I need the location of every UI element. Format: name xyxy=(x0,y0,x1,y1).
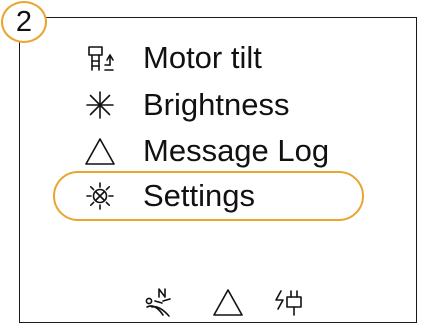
menu-item-brightness[interactable]: Brightness xyxy=(0,85,433,125)
seat-north-icon xyxy=(143,285,177,319)
menu-item-label: Message Log xyxy=(143,133,330,168)
menu-item-settings[interactable]: Settings xyxy=(0,176,433,216)
warning-triangle-icon xyxy=(83,134,117,168)
step-badge: 2 xyxy=(1,1,47,43)
motor-tilt-icon xyxy=(83,41,117,75)
menu-item-label: Motor tilt xyxy=(143,40,262,75)
menu-item-message-log[interactable]: Message Log xyxy=(0,131,433,171)
settings-sun-icon xyxy=(83,179,117,213)
menu-item-motor-tilt[interactable]: Motor tilt xyxy=(0,38,433,78)
menu-item-label: Settings xyxy=(143,178,256,213)
status-bar xyxy=(0,285,433,319)
brightness-asterisk-icon xyxy=(83,88,117,122)
charging-plug-icon xyxy=(272,285,306,319)
warning-triangle-icon xyxy=(211,285,245,319)
menu-item-label: Brightness xyxy=(143,87,290,122)
device-display: 2 Motor tilt Brightness Message Log Sett… xyxy=(0,0,433,328)
